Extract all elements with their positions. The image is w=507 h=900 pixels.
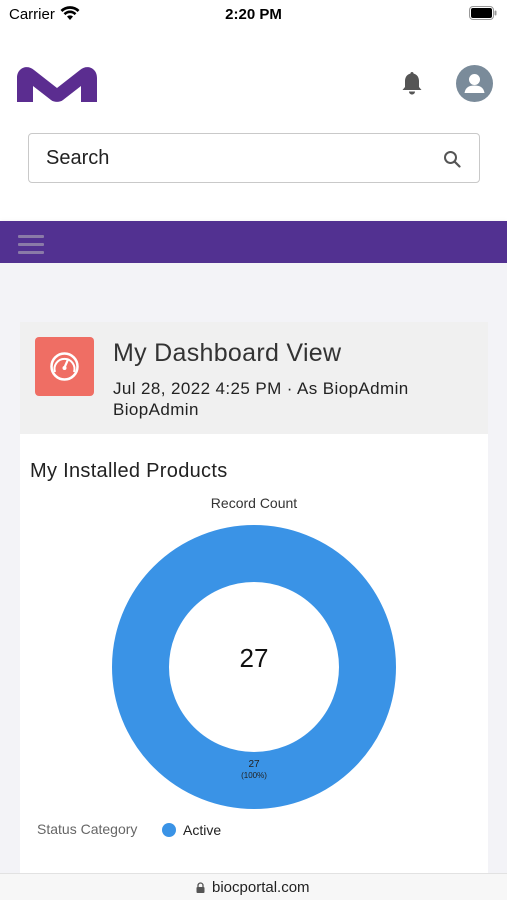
bell-icon[interactable] [399,70,425,96]
search-box[interactable] [28,133,480,183]
user-icon [464,74,485,93]
search-input[interactable] [46,134,446,182]
url-bar[interactable]: biocportal.com [0,873,507,900]
search-icon[interactable] [443,150,461,168]
installed-products-title: My Installed Products [30,460,228,482]
hamburger-icon[interactable] [18,235,44,255]
slice-label-percent: (100%) [241,771,267,780]
nav-bar [0,221,507,263]
slice-label-value: 27 [248,759,260,770]
merck-logo[interactable] [15,64,99,104]
donut-chart: 27 27 (100%) [112,525,396,809]
dashboard-title: My Dashboard View [113,339,342,367]
legend-item-active[interactable]: Active [183,822,221,838]
legend-title: Status Category [37,821,138,837]
dashboard-subtitle: Jul 28, 2022 4:25 PM · As BiopAdmin Biop… [113,379,409,419]
speedometer-icon [50,352,79,381]
dashboard-icon-box [35,337,94,396]
chart-title: Record Count [210,495,298,511]
lock-icon [196,882,205,893]
avatar[interactable] [456,65,493,102]
donut-center-value: 27 [240,643,269,673]
clock: 2:20 PM [225,6,282,23]
dashboard-header: My Dashboard View Jul 28, 2022 4:25 PM ·… [20,322,488,434]
dashboard-card: My Dashboard View Jul 28, 2022 4:25 PM ·… [20,322,488,873]
status-bar: Carrier 2:20 PM [0,0,507,30]
url-text[interactable]: biocportal.com [212,879,310,896]
battery-icon [469,6,497,20]
legend-marker-active[interactable] [162,823,176,837]
